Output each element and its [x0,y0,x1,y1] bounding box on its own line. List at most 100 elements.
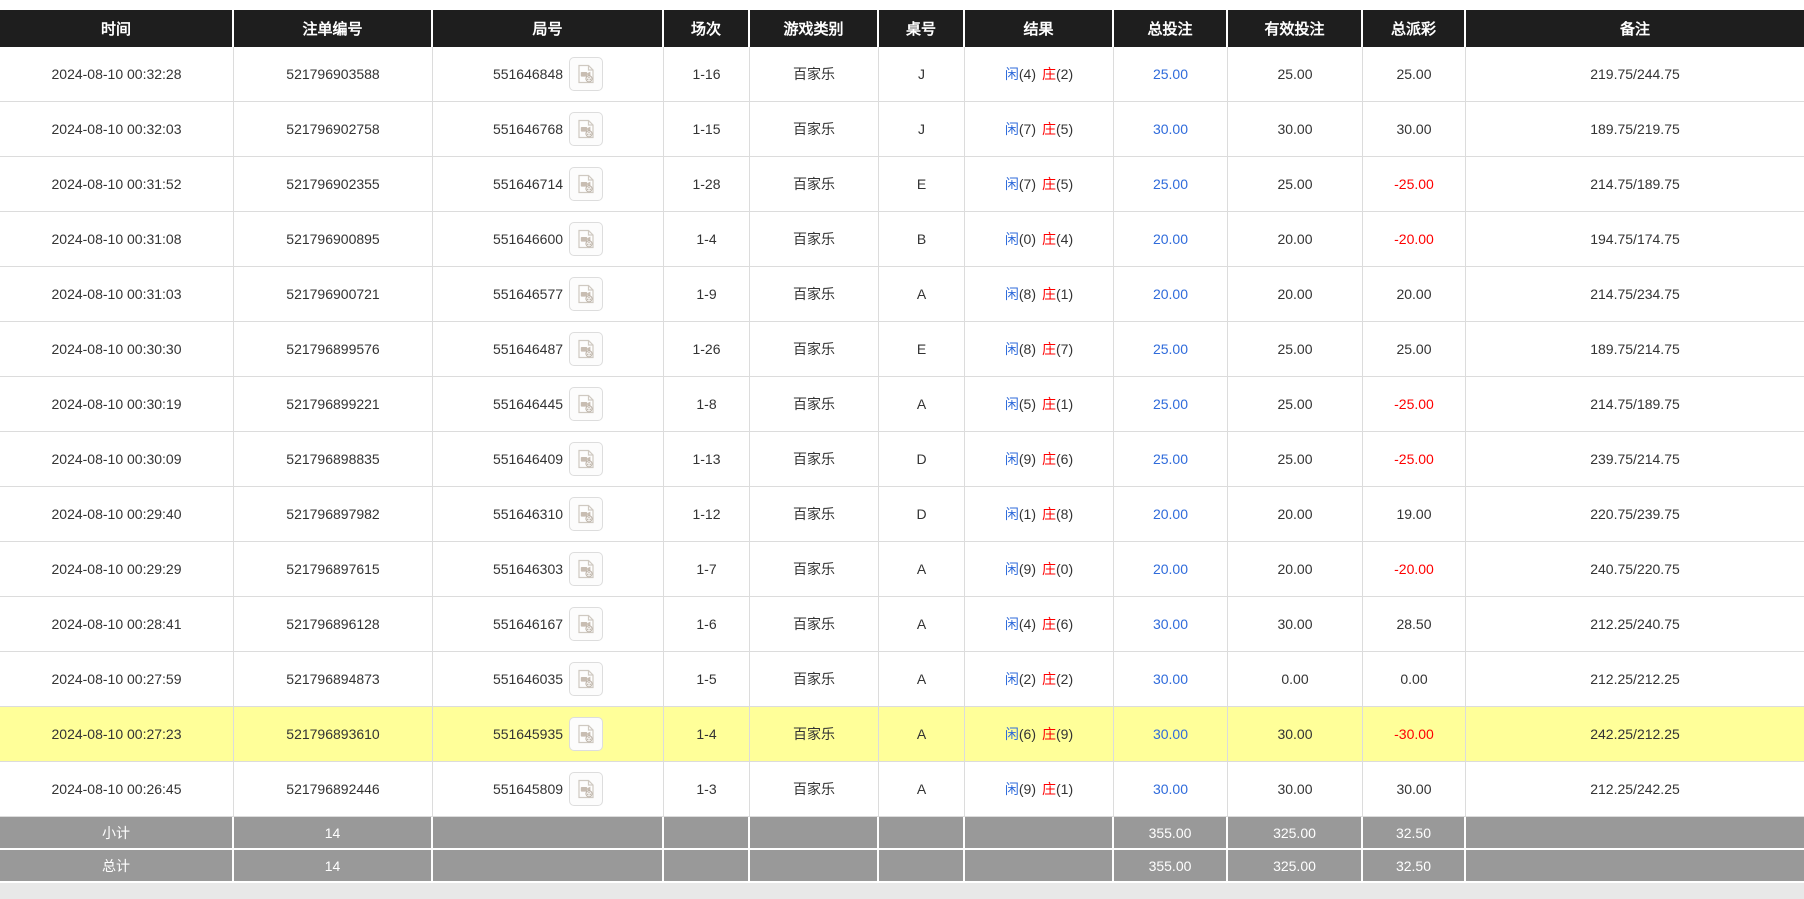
table-code-cell: E [879,157,965,212]
column-header-3: 局号 [433,10,664,47]
result-cell: 闲(9) 庄(6) [965,432,1114,487]
banker-result-value: (1) [1056,781,1074,797]
round-number: 551646714 [492,176,564,192]
total-bet-cell[interactable]: 20.00 [1114,487,1228,542]
table-code-cell: J [879,47,965,102]
game-type-cell: 百家乐 [750,47,879,102]
bet-number-cell: 521796893610 [234,707,433,762]
total-bet-amount[interactable]: 20.00 [1153,506,1188,522]
total-bet-amount[interactable]: 25.00 [1153,396,1188,412]
remark-cell: 212.25/212.25 [1466,652,1804,707]
video-replay-button[interactable] [569,222,604,256]
round-number: 551646768 [492,121,564,137]
video-replay-button[interactable] [569,442,604,476]
round-number: 551646848 [492,66,564,82]
round-number-cell: 551646848 [433,47,664,102]
video-replay-button[interactable] [569,717,604,751]
session-cell: 1-8 [664,377,750,432]
footer-empty-cell [664,850,750,883]
player-result-value: (6) [1018,726,1036,742]
video-replay-button[interactable] [569,277,604,311]
remark-cell: 220.75/239.75 [1466,487,1804,542]
total-bet-amount[interactable]: 30.00 [1153,616,1188,632]
total-bet-cell[interactable]: 25.00 [1114,432,1228,487]
total-bet-amount[interactable]: 25.00 [1153,66,1188,82]
total-bet-amount[interactable]: 20.00 [1153,286,1188,302]
footer-empty-cell [1466,817,1804,850]
time-cell: 2024-08-10 00:27:23 [0,707,234,762]
total-bet-amount[interactable]: 30.00 [1153,671,1188,687]
total-bet-amount[interactable]: 30.00 [1153,726,1188,742]
video-replay-button[interactable] [569,552,604,586]
total-bet-cell[interactable]: 25.00 [1114,377,1228,432]
total-bet-cell[interactable]: 25.00 [1114,322,1228,377]
round-number-cell: 551645809 [433,762,664,817]
session-cell: 1-7 [664,542,750,597]
result-cell: 闲(9) 庄(1) [965,762,1114,817]
video-replay-button[interactable] [569,57,604,91]
total-bet-amount[interactable]: 30.00 [1153,121,1188,137]
valid-bet-cell: 20.00 [1228,267,1363,322]
valid-bet-cell: 25.00 [1228,47,1363,102]
valid-bet-cell: 30.00 [1228,707,1363,762]
banker-result-value: (0) [1056,561,1074,577]
total-bet-cell[interactable]: 30.00 [1114,652,1228,707]
total-bet-cell[interactable]: 30.00 [1114,102,1228,157]
time-cell: 2024-08-10 00:30:09 [0,432,234,487]
player-result-label: 闲 [1004,781,1019,797]
table-code-cell: A [879,597,965,652]
total-bet-cell[interactable]: 30.00 [1114,707,1228,762]
total-bet-amount[interactable]: 20.00 [1153,561,1188,577]
video-replay-button[interactable] [569,332,604,366]
bet-number-cell: 521796902355 [234,157,433,212]
total-bet-amount[interactable]: 25.00 [1153,341,1188,357]
result-cell: 闲(5) 庄(1) [965,377,1114,432]
bet-number-cell: 521796902758 [234,102,433,157]
remark-cell: 212.25/242.25 [1466,762,1804,817]
session-cell: 1-15 [664,102,750,157]
footer-empty-cell [879,817,965,850]
round-number: 551646310 [492,506,564,522]
footer-empty-cell [664,817,750,850]
total-bet-cell[interactable]: 25.00 [1114,47,1228,102]
valid-bet-cell: 30.00 [1228,597,1363,652]
total-bet-cell[interactable]: 30.00 [1114,597,1228,652]
table-header-row: 时间 注单编号 局号 场次 游戏类别 桌号 结果 总投注 有效投注 总派彩 备注 [0,10,1804,47]
round-number-wrap: 551646409 [433,442,663,476]
total-bet-cell[interactable]: 25.00 [1114,157,1228,212]
session-cell: 1-6 [664,597,750,652]
total-bet-cell[interactable]: 30.00 [1114,762,1228,817]
total-bet-amount[interactable]: 30.00 [1153,781,1188,797]
video-replay-button[interactable] [569,607,604,641]
game-type-cell: 百家乐 [750,597,879,652]
player-result-label: 闲 [1004,231,1019,247]
total-bet-amount[interactable]: 25.00 [1153,176,1188,192]
total-bet-cell[interactable]: 20.00 [1114,542,1228,597]
video-camera-icon [576,724,596,744]
game-type-cell: 百家乐 [750,762,879,817]
bet-number-cell: 521796892446 [234,762,433,817]
round-number: 551646303 [492,561,564,577]
valid-bet-cell: 30.00 [1228,762,1363,817]
video-camera-icon [576,559,596,579]
video-replay-button[interactable] [569,497,604,531]
total-bet-cell[interactable]: 20.00 [1114,267,1228,322]
player-result-value: (1) [1018,506,1036,522]
round-number: 551646487 [492,341,564,357]
valid-bet-cell: 30.00 [1228,102,1363,157]
total-bet-amount[interactable]: 25.00 [1153,451,1188,467]
total-bet-amount[interactable]: 20.00 [1153,231,1188,247]
video-camera-icon [576,449,596,469]
video-replay-button[interactable] [569,167,604,201]
video-replay-button[interactable] [569,387,604,421]
banker-result-value: (8) [1056,506,1074,522]
video-replay-button[interactable] [569,112,604,146]
player-result-label: 闲 [1004,121,1019,137]
payout-cell: 30.00 [1363,102,1466,157]
player-result-label: 闲 [1004,66,1019,82]
footer-label-cell: 小计 [0,817,234,850]
table-code-cell: A [879,762,965,817]
video-replay-button[interactable] [569,662,604,696]
video-replay-button[interactable] [569,772,604,806]
total-bet-cell[interactable]: 20.00 [1114,212,1228,267]
